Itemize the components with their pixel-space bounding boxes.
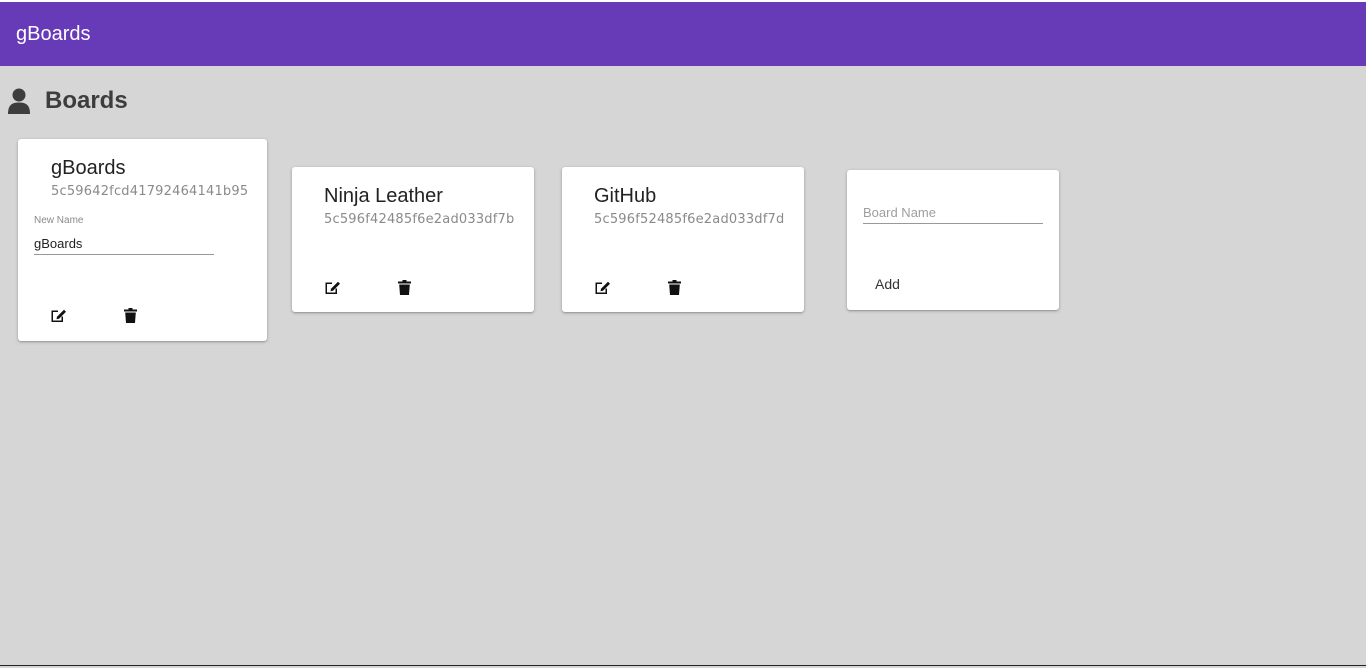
board-id: 5c59642fcd41792464141b95 [51,184,249,199]
user-icon [8,88,30,114]
edit-button[interactable] [322,277,342,297]
board-card: Ninja Leather 5c596f42485f6e2ad033df7b [292,167,534,312]
board-id: 5c596f52485f6e2ad033df7d [594,212,785,227]
board-name-input[interactable] [863,204,1043,224]
board-name: GitHub [594,185,657,207]
edit-button[interactable] [592,277,612,297]
new-name-label: New Name [34,215,84,226]
edit-button[interactable] [48,305,68,325]
top-app-bar: gBoards [0,2,1366,66]
new-board-card: Add [847,170,1059,310]
board-card: gBoards 5c59642fcd41792464141b95 New Nam… [18,139,267,341]
board-card: GitHub 5c596f52485f6e2ad033df7d [562,167,804,312]
trash-icon [397,279,411,295]
new-name-input[interactable] [34,235,214,255]
add-board-button[interactable]: Add [871,275,904,293]
edit-icon [325,281,340,294]
board-name: gBoards [51,157,126,179]
trash-icon [667,279,681,295]
delete-button[interactable] [664,277,684,297]
edit-icon [51,309,66,322]
app-title[interactable]: gBoards [16,22,91,46]
trash-icon [123,307,137,323]
page-title: Boards [45,87,128,114]
board-name: Ninja Leather [324,185,443,207]
delete-button[interactable] [394,277,414,297]
board-id: 5c596f42485f6e2ad033df7b [324,212,515,227]
edit-icon [595,281,610,294]
page: gBoards Boards gBoards 5c59642fcd4179246… [0,0,1366,666]
delete-button[interactable] [120,305,140,325]
